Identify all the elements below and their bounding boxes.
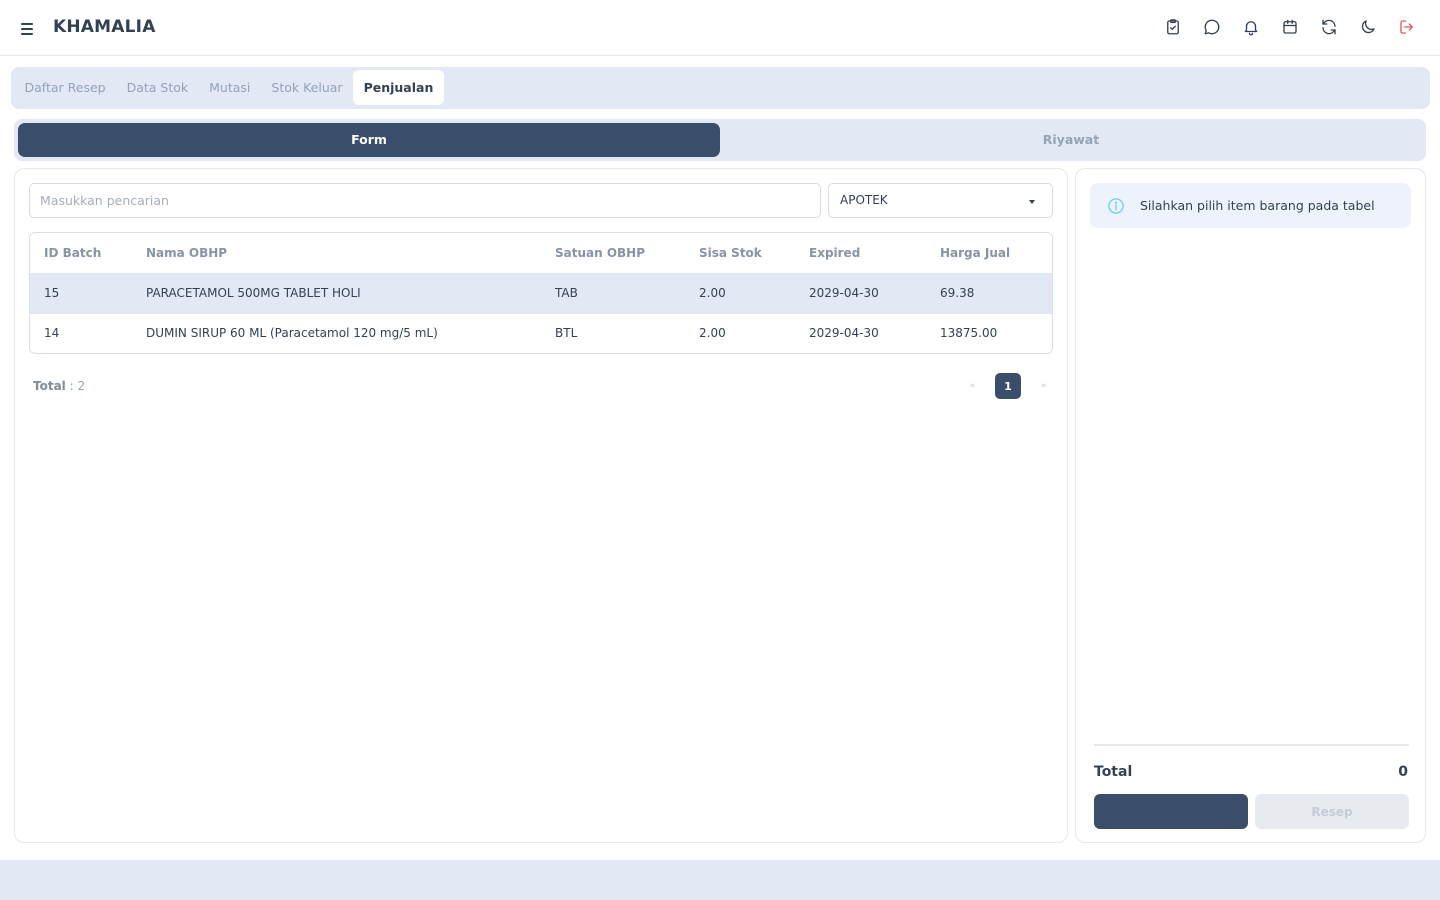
calendar-icon[interactable]	[1279, 16, 1301, 38]
cell-nama-obhp: PARACETAMOL 500MG TABLET HOLI	[132, 272, 541, 313]
cell-expired: 2029-04-30	[795, 312, 926, 353]
table-row[interactable]: 14 DUMIN SIRUP 60 ML (Paracetamol 120 mg…	[30, 312, 1052, 353]
info-icon	[1108, 198, 1124, 214]
table-row[interactable]: 15 PARACETAMOL 500MG TABLET HOLI TAB 2.0…	[30, 272, 1052, 313]
refresh-icon[interactable]	[1318, 16, 1340, 38]
bell-icon[interactable]	[1240, 16, 1262, 38]
total-count-value: : 2	[69, 379, 86, 393]
divider	[1094, 744, 1409, 746]
resep-button[interactable]: Resep	[1255, 794, 1409, 829]
cell-sisa-stok: 2.00	[685, 272, 795, 313]
pagination-page-button[interactable]: 1	[995, 373, 1021, 399]
cell-expired: 2029-04-30	[795, 272, 926, 313]
cell-nama-obhp: DUMIN SIRUP 60 ML (Paracetamol 120 mg/5 …	[132, 312, 541, 353]
location-select[interactable]: APOTEK	[828, 183, 1053, 218]
cell-id-batch: 15	[30, 272, 132, 313]
cart-panel: Silahkan pilih item barang pada tabel To…	[1075, 168, 1426, 843]
row-total-count: Total : 2	[33, 379, 85, 393]
cart-total-value: 0	[1398, 764, 1408, 780]
cell-harga-jual: 13875.00	[926, 312, 1052, 353]
cart-total-label: Total	[1094, 764, 1133, 780]
cell-sisa-stok: 2.00	[685, 312, 795, 353]
tab-penjualan[interactable]: Penjualan	[353, 70, 444, 105]
total-count-label: Total	[33, 379, 66, 393]
submit-button[interactable]	[1094, 794, 1248, 829]
header-actions	[1162, 16, 1418, 38]
cell-harga-jual: 69.38	[926, 272, 1052, 313]
column-header-sisa-stok: Sisa Stok	[685, 233, 795, 273]
cell-id-batch: 14	[30, 312, 132, 353]
table-header-row: ID Batch Nama OBHP Satuan OBHP Sisa Stok…	[30, 233, 1052, 273]
app-title: KHAMALIA	[53, 17, 156, 37]
history-tab-button[interactable]: Riyawat	[720, 123, 1422, 157]
moon-icon[interactable]	[1357, 16, 1379, 38]
top-header: KHAMALIA	[0, 0, 1440, 56]
page-background: KHAMALIA Daftar Resep Data Stok Mutasi S…	[0, 0, 1440, 860]
pagination-next-button[interactable]: »	[1037, 381, 1050, 391]
info-message: Silahkan pilih item barang pada tabel	[1140, 198, 1375, 213]
module-tab-bar: Daftar Resep Data Stok Mutasi Stok Kelua…	[11, 67, 1430, 109]
tab-data-stok[interactable]: Data Stok	[116, 70, 199, 105]
column-header-satuan-obhp: Satuan OBHP	[541, 233, 685, 273]
view-switch: Form Riyawat	[14, 119, 1426, 161]
tab-mutasi[interactable]: Mutasi	[199, 70, 261, 105]
cell-satuan-obhp: TAB	[541, 272, 685, 313]
tab-stok-keluar[interactable]: Stok Keluar	[261, 70, 353, 105]
column-header-harga-jual: Harga Jual	[926, 233, 1052, 273]
stock-list-card: APOTEK ID Batch Nama OBHP Satuan OBHP Si…	[14, 168, 1068, 843]
column-header-nama-obhp: Nama OBHP	[132, 233, 541, 273]
chevron-down-icon	[1029, 200, 1035, 204]
hamburger-menu-icon[interactable]	[18, 18, 38, 38]
logout-icon[interactable]	[1396, 16, 1418, 38]
location-select-value: APOTEK	[840, 193, 888, 207]
stock-table: ID Batch Nama OBHP Satuan OBHP Sisa Stok…	[29, 232, 1053, 354]
info-alert: Silahkan pilih item barang pada tabel	[1090, 183, 1411, 228]
cell-satuan-obhp: BTL	[541, 312, 685, 353]
form-tab-button[interactable]: Form	[18, 123, 720, 157]
pagination-prev-button[interactable]: «	[966, 381, 979, 391]
tab-daftar-resep[interactable]: Daftar Resep	[14, 70, 116, 105]
chat-icon[interactable]	[1201, 16, 1223, 38]
column-header-expired: Expired	[795, 233, 926, 273]
pagination: « 1 »	[966, 373, 1050, 399]
search-input[interactable]	[29, 183, 821, 218]
clipboard-check-icon[interactable]	[1162, 16, 1184, 38]
column-header-id-batch: ID Batch	[30, 233, 132, 273]
